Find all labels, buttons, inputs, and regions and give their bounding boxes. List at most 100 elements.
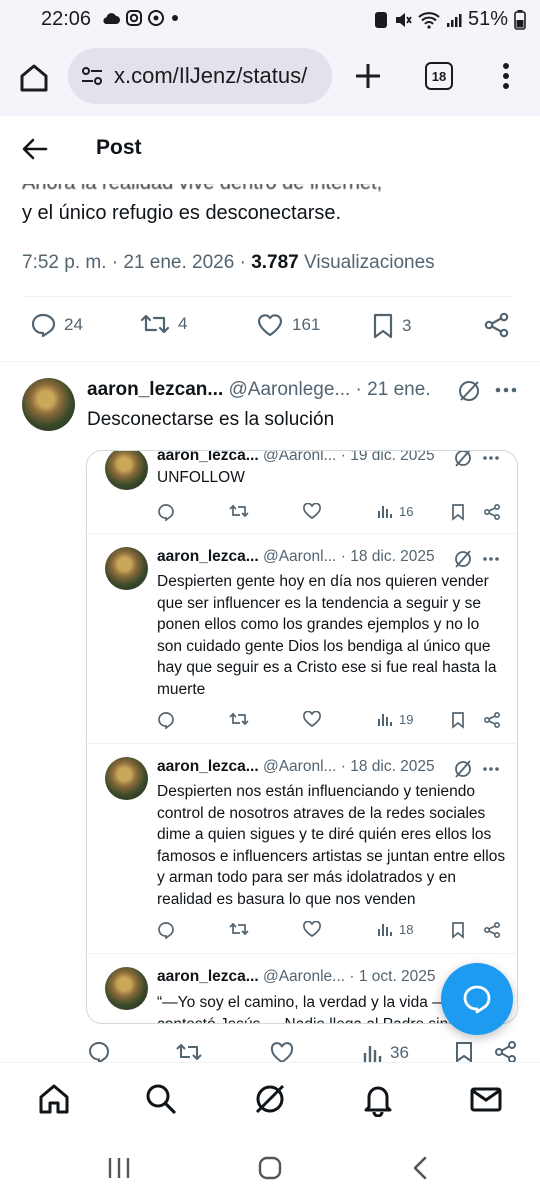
- share-icon[interactable]: [483, 711, 501, 729]
- card-handle[interactable]: @Aaronl...: [259, 451, 336, 464]
- reply-more-button[interactable]: [494, 380, 518, 400]
- arrow-left-icon: [22, 138, 48, 160]
- repost-icon[interactable]: [229, 921, 249, 937]
- browser-home-button[interactable]: [14, 58, 54, 98]
- tab-home[interactable]: [36, 1081, 72, 1117]
- card-handle[interactable]: @Aaronl...: [259, 758, 336, 775]
- reply-icon[interactable]: [157, 921, 175, 939]
- bookmark-button[interactable]: 3: [372, 312, 411, 340]
- tab-grok[interactable]: [252, 1081, 288, 1117]
- reply-button[interactable]: 24: [30, 312, 83, 338]
- avatar[interactable]: [105, 451, 148, 490]
- tweet-actions: 24 4 161 3: [0, 312, 540, 348]
- more-horizontal-icon[interactable]: [482, 552, 500, 566]
- tab-switcher-button[interactable]: 18: [425, 62, 453, 90]
- url-text: x.com/IlJenz/status/: [114, 63, 308, 88]
- list-item[interactable]: aaron_lezca... @Aaronl... · 19 dic. 2025…: [87, 450, 517, 534]
- tweet-timestamp[interactable]: 7:52 p. m. · 21 ene. 2026 ·: [22, 252, 251, 273]
- system-home-button[interactable]: [256, 1154, 284, 1182]
- grok-button[interactable]: [457, 379, 481, 403]
- address-bar[interactable]: x.com/IlJenz/status/: [68, 48, 332, 104]
- grok-icon: [459, 381, 479, 401]
- views-button[interactable]: 36: [362, 1042, 409, 1064]
- avatar[interactable]: [105, 757, 148, 800]
- reply-handle[interactable]: @Aaronlege...: [223, 379, 351, 400]
- reply-display-name[interactable]: aaron_lezcan...: [87, 379, 223, 400]
- more-horizontal-icon[interactable]: [482, 762, 500, 776]
- grok-icon[interactable]: [454, 550, 472, 568]
- plus-icon: [356, 64, 380, 88]
- repost-icon[interactable]: [229, 711, 249, 727]
- reply-icon[interactable]: [87, 1040, 111, 1064]
- reply-icon[interactable]: [157, 503, 175, 521]
- share-icon[interactable]: [483, 503, 501, 521]
- card-date[interactable]: · 19 dic. 2025: [336, 451, 435, 464]
- grok-icon[interactable]: [454, 450, 472, 467]
- card-display-name[interactable]: aaron_lezca...: [157, 548, 259, 565]
- like-count: 161: [292, 315, 321, 334]
- card-handle[interactable]: @Aaronl...: [259, 548, 336, 565]
- share-button[interactable]: [484, 312, 510, 338]
- card-display-name[interactable]: aaron_lezca...: [157, 451, 259, 464]
- views-label: Visualizaciones: [298, 252, 435, 273]
- bookmark-icon[interactable]: [454, 1040, 474, 1064]
- home-outline-icon: [20, 64, 48, 92]
- card-date[interactable]: · 18 dic. 2025: [336, 758, 435, 775]
- reply-date[interactable]: · 21 ene.: [350, 379, 431, 400]
- views-button[interactable]: 19: [377, 711, 413, 727]
- tab-search[interactable]: [143, 1081, 179, 1117]
- reply-icon[interactable]: [157, 711, 175, 729]
- reply-icon: [31, 313, 56, 338]
- views-count: 19: [399, 711, 414, 727]
- avatar[interactable]: [105, 967, 148, 1010]
- browser-menu-button[interactable]: [494, 60, 518, 92]
- site-settings-icon[interactable]: [80, 66, 104, 86]
- new-tab-button[interactable]: [350, 58, 386, 94]
- tab-notifications[interactable]: [360, 1081, 396, 1117]
- quoted-thread-card[interactable]: aaron_lezca... @Aaronl... · 19 dic. 2025…: [86, 450, 518, 1024]
- card-display-name[interactable]: aaron_lezca...: [157, 968, 259, 985]
- list-item[interactable]: aaron_lezca... @Aaronl... · 18 dic. 2025…: [87, 744, 517, 954]
- recent-apps-button[interactable]: [105, 1154, 133, 1182]
- card-date[interactable]: · 1 oct. 2025: [345, 968, 435, 985]
- views-button[interactable]: 18: [377, 921, 413, 937]
- compose-reply-button[interactable]: [441, 963, 513, 1035]
- heart-icon: [257, 314, 283, 337]
- views-icon: [378, 506, 392, 518]
- more-vertical-icon: [503, 63, 509, 89]
- card-display-name[interactable]: aaron_lezca...: [157, 758, 259, 775]
- repost-icon: [140, 314, 170, 334]
- repost-icon[interactable]: [229, 503, 249, 519]
- views-icon: [363, 1046, 382, 1062]
- battery-percent: 51%: [467, 8, 508, 30]
- avatar[interactable]: [22, 378, 75, 431]
- share-icon[interactable]: [494, 1040, 518, 1064]
- tab-messages[interactable]: [468, 1081, 504, 1117]
- share-icon[interactable]: [483, 921, 501, 939]
- bookmark-icon[interactable]: [451, 921, 465, 939]
- status-bar: 22:06 51%: [0, 0, 540, 38]
- card-handle[interactable]: @Aaronle...: [259, 968, 345, 985]
- heart-icon[interactable]: [303, 503, 321, 519]
- repost-button[interactable]: 4: [140, 312, 187, 336]
- grok-icon: [255, 1084, 285, 1114]
- bookmark-icon[interactable]: [451, 711, 465, 729]
- system-back-button[interactable]: [406, 1154, 434, 1182]
- more-horizontal-icon[interactable]: [482, 451, 500, 465]
- card-tweet-header: aaron_lezca... @Aaronl... · 19 dic. 2025: [157, 451, 457, 465]
- avatar[interactable]: [105, 547, 148, 590]
- mail-icon: [470, 1087, 502, 1112]
- home-icon: [39, 1084, 69, 1114]
- list-item[interactable]: aaron_lezca... @Aaronl... · 18 dic. 2025…: [87, 534, 517, 744]
- like-button[interactable]: 161: [256, 312, 320, 338]
- repost-icon[interactable]: [176, 1042, 202, 1062]
- card-tweet-actions: 19: [87, 711, 517, 733]
- heart-icon[interactable]: [270, 1042, 294, 1064]
- heart-icon[interactable]: [303, 711, 321, 727]
- views-button[interactable]: 16: [377, 503, 413, 519]
- back-button[interactable]: [20, 136, 50, 162]
- heart-icon[interactable]: [303, 921, 321, 937]
- bookmark-icon[interactable]: [451, 503, 465, 521]
- grok-icon[interactable]: [454, 760, 472, 778]
- card-date[interactable]: · 18 dic. 2025: [336, 548, 435, 565]
